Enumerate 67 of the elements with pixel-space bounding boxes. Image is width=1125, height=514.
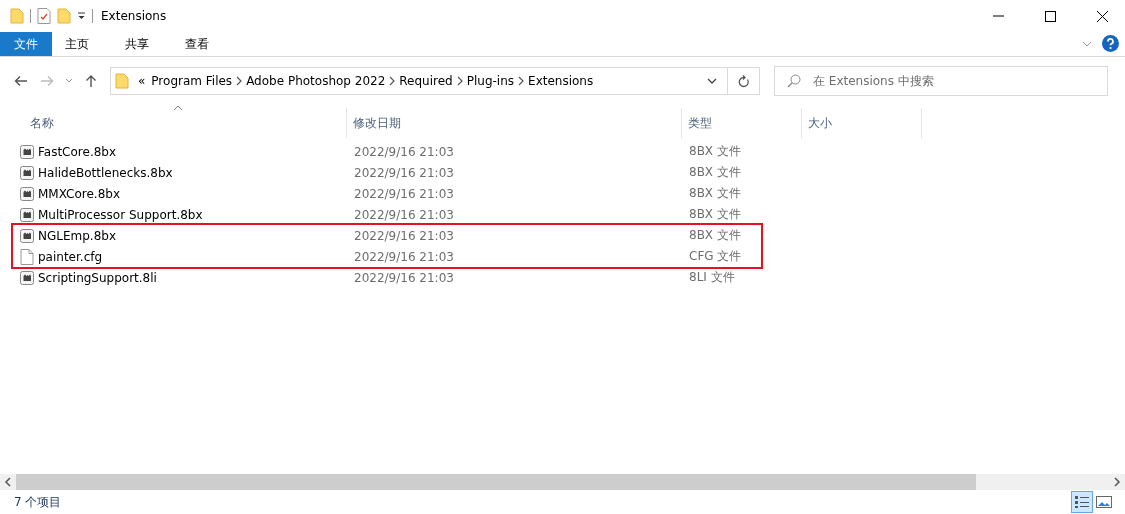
help-icon[interactable] — [1102, 35, 1119, 52]
file-type: 8BX 文件 — [688, 164, 742, 181]
file-type: CFG 文件 — [688, 248, 743, 265]
plugin-file-icon — [20, 144, 34, 159]
arrow-up-icon — [85, 74, 97, 88]
maximize-icon — [1044, 10, 1056, 22]
details-view-icon — [1074, 495, 1090, 509]
minimize-icon — [992, 15, 1004, 17]
file-name[interactable]: ScriptingSupport.8li — [38, 270, 157, 285]
file-name[interactable]: MMXCore.8bx — [38, 186, 120, 201]
search-field[interactable]: 在 Extensions 中搜索 — [774, 66, 1108, 96]
search-icon — [787, 74, 801, 88]
chevron-icon[interactable] — [388, 76, 397, 86]
breadcrumb[interactable]: Adobe Photoshop 2022 — [243, 74, 389, 88]
modified-date: 2022/9/16 21:03 — [353, 207, 455, 222]
plugin-file-icon — [20, 165, 34, 180]
modified-date: 2022/9/16 21:03 — [353, 165, 455, 180]
breadcrumb[interactable]: Program Files — [148, 74, 236, 88]
overflow-button[interactable]: « — [135, 74, 149, 88]
sort-ascending-icon — [173, 105, 183, 111]
chevron-down-icon — [707, 78, 717, 84]
plugin-file-icon — [20, 228, 34, 243]
chevron-icon[interactable] — [455, 76, 464, 86]
close-icon — [1096, 10, 1108, 22]
document-file-icon — [20, 248, 34, 265]
ribbon-tab[interactable]: 查看 — [172, 32, 222, 56]
plugin-file-icon — [20, 207, 34, 222]
file-type: 8LI 文件 — [688, 269, 736, 286]
arrow-right-icon — [40, 75, 54, 87]
item-count: 7 个项目 — [14, 493, 62, 511]
modified-date: 2022/9/16 21:03 — [353, 144, 455, 159]
column-header[interactable]: 大小 — [802, 108, 922, 138]
refresh-icon — [737, 74, 750, 88]
details-view-button[interactable] — [1071, 491, 1093, 513]
image-icon — [1096, 495, 1112, 509]
file-type: 8BX 文件 — [688, 206, 742, 223]
file-type: 8BX 文件 — [688, 143, 742, 160]
file-type: 8BX 文件 — [688, 227, 742, 244]
modified-date: 2022/9/16 21:03 — [353, 270, 455, 285]
breadcrumb[interactable]: Required — [396, 74, 456, 88]
breadcrumb[interactable]: Extensions — [525, 74, 597, 88]
window-title: Extensions — [101, 9, 167, 23]
chevron-icon[interactable] — [235, 76, 244, 86]
plugin-file-icon — [20, 186, 34, 201]
modified-date: 2022/9/16 21:03 — [353, 228, 455, 243]
ribbon-tab[interactable]: 主页 — [52, 32, 102, 56]
ribbon-tab[interactable]: 文件 — [0, 32, 52, 56]
file-type: 8BX 文件 — [688, 185, 742, 202]
chevron-down-icon — [65, 78, 73, 84]
file-name[interactable]: NGLEmp.8bx — [38, 228, 117, 243]
file-name[interactable]: HalideBottlenecks.8bx — [38, 165, 173, 180]
modified-date: 2022/9/16 21:03 — [353, 249, 455, 264]
file-name[interactable]: painter.cfg — [38, 249, 103, 264]
breadcrumb[interactable]: Plug-ins — [463, 74, 518, 88]
column-header[interactable]: 修改日期 — [347, 108, 682, 138]
folder-icon — [115, 73, 129, 89]
file-name[interactable]: FastCore.8bx — [38, 144, 117, 159]
plugin-file-icon — [20, 270, 34, 285]
properties-icon[interactable] — [37, 8, 51, 24]
ribbon-tab[interactable]: 共享 — [112, 32, 162, 56]
arrow-left-icon — [14, 75, 28, 87]
column-header[interactable]: 类型 — [682, 108, 802, 138]
column-header[interactable]: 名称 — [0, 108, 347, 138]
chevron-icon[interactable] — [517, 76, 526, 86]
file-name[interactable]: MultiProcessor Support.8bx — [38, 207, 203, 222]
modified-date: 2022/9/16 21:03 — [353, 186, 455, 201]
dropdown-icon[interactable] — [77, 12, 86, 20]
